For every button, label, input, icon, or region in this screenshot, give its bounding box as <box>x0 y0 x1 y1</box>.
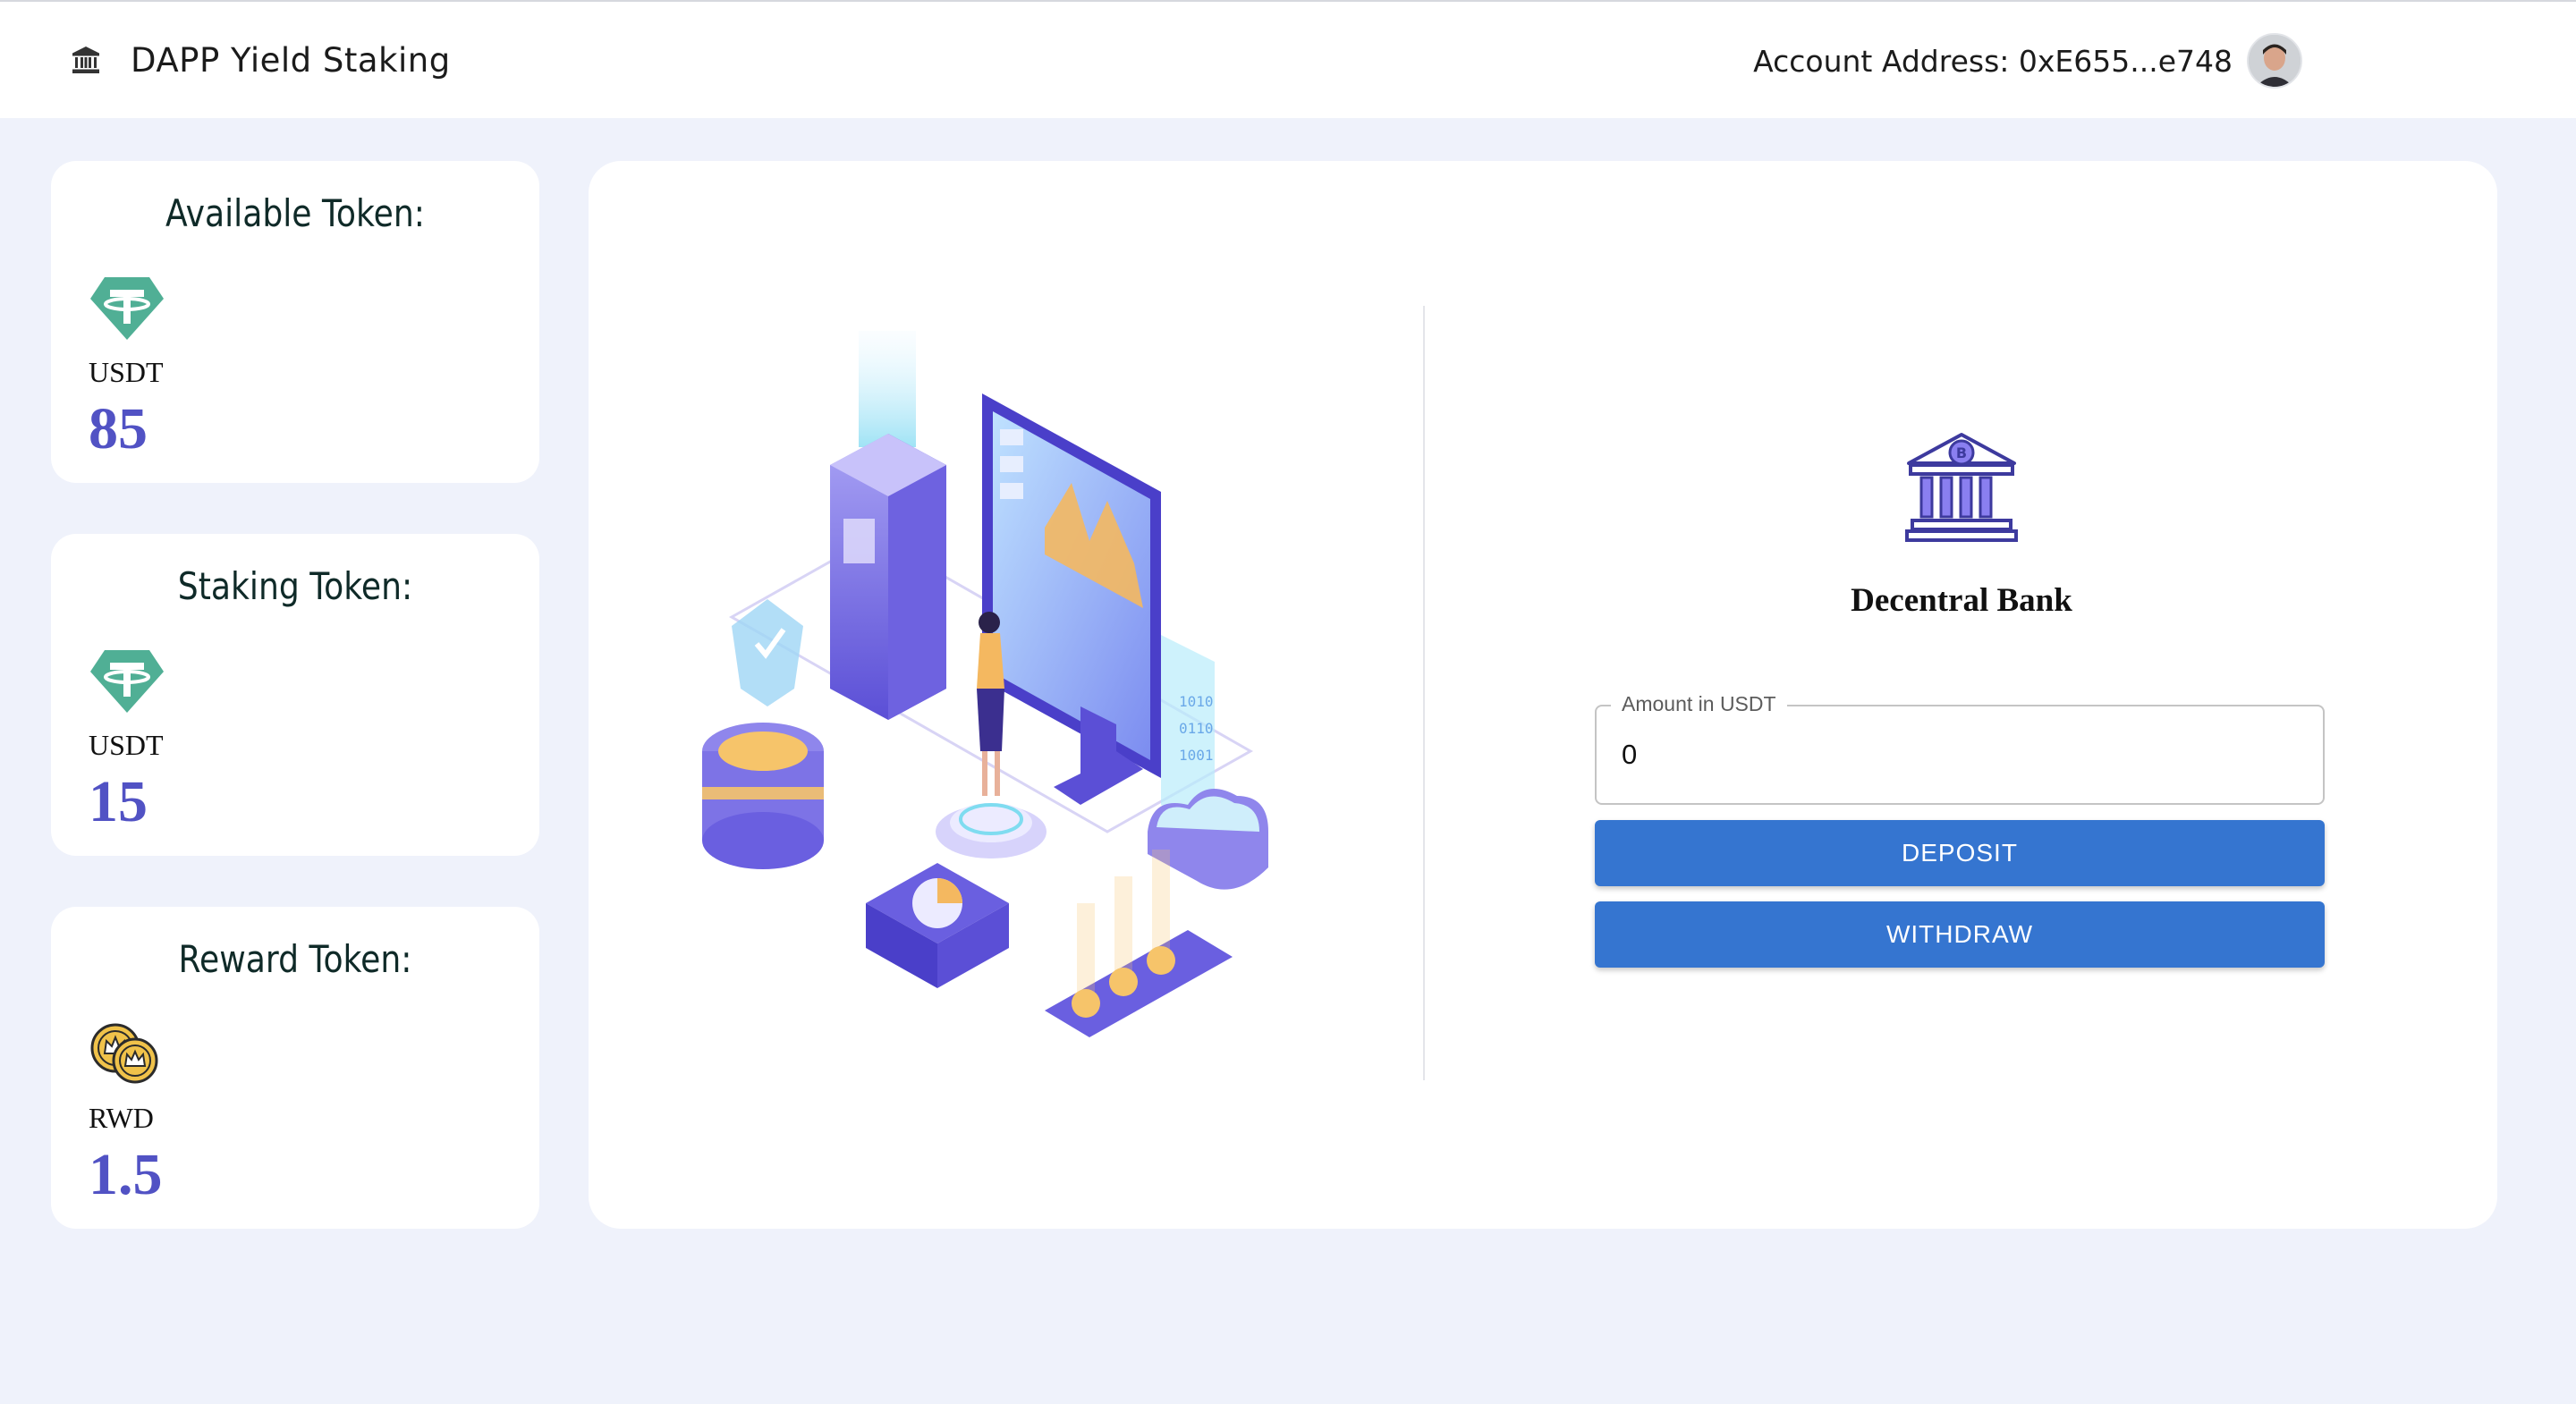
amount-label: Amount in USDT <box>1611 692 1787 716</box>
avatar[interactable] <box>2247 33 2302 89</box>
top-bar: DAPP Yield Staking Account Address: 0xE6… <box>0 0 2576 118</box>
app-title: DAPP Yield Staking <box>131 40 451 80</box>
card-title: Reward Token: <box>178 937 412 981</box>
svg-text:1010: 1010 <box>1179 693 1214 710</box>
panel-divider <box>1423 306 1425 1080</box>
staking-illustration: 1010 0110 1001 <box>702 331 1268 1037</box>
token-symbol: RWD <box>89 1102 154 1134</box>
account-info: Account Address: 0xE655...e748 <box>1753 33 2302 89</box>
token-value: 1.5 <box>89 1142 163 1207</box>
bitcoin-bank-icon: B <box>1905 433 2018 542</box>
tether-icon <box>90 277 164 340</box>
available-token-card: Available Token: USDT 85 <box>51 161 539 483</box>
withdraw-button[interactable]: WITHDRAW <box>1595 901 2325 968</box>
token-value: 15 <box>89 769 148 834</box>
bank-title: Decentral Bank <box>1851 582 2072 619</box>
svg-text:1001: 1001 <box>1179 747 1214 764</box>
deposit-button[interactable]: DEPOSIT <box>1595 820 2325 886</box>
token-value: 85 <box>89 396 148 461</box>
tether-icon <box>90 650 164 713</box>
reward-coins-icon <box>90 1023 158 1084</box>
main-panel: 1010 0110 1001 B Decentral Bank 0 Amount… <box>589 161 2497 1229</box>
amount-field: Amount in USDT <box>1595 692 2325 805</box>
bank-building-icon <box>72 47 99 73</box>
token-symbol: USDT <box>89 729 164 761</box>
brand: DAPP Yield Staking <box>70 38 451 82</box>
user-avatar-icon <box>2249 35 2301 87</box>
staking-token-card: Staking Token: USDT 15 <box>51 534 539 856</box>
amount-input[interactable] <box>1597 706 2323 803</box>
account-address: Account Address: 0xE655...e748 <box>1753 43 2233 79</box>
card-title: Available Token: <box>165 191 425 235</box>
svg-text:0110: 0110 <box>1179 720 1214 737</box>
card-title: Staking Token: <box>177 564 413 608</box>
token-symbol: USDT <box>89 356 164 388</box>
reward-token-card: Reward Token: RWD 1.5 <box>51 907 539 1229</box>
svg-text:B: B <box>1956 444 1967 461</box>
